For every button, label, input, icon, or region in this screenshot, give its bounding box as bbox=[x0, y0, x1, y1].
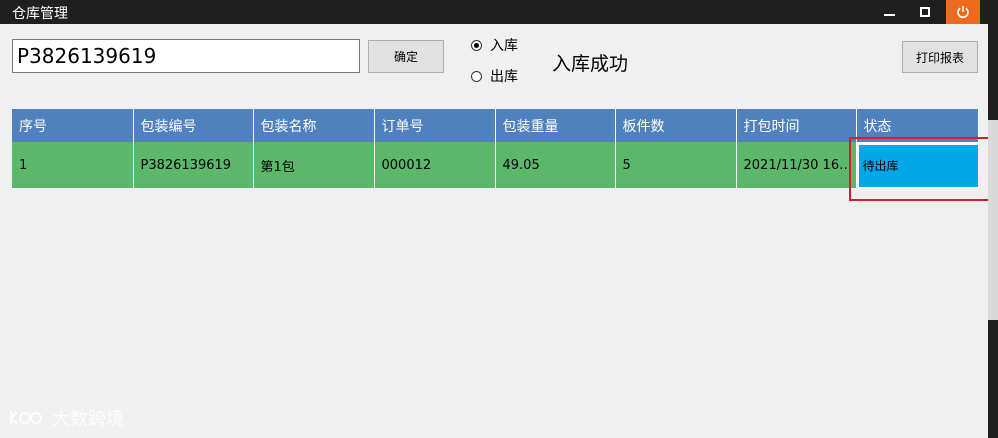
radio-outbound-label: 出库 bbox=[490, 69, 518, 85]
radio-inbound-label: 入库 bbox=[490, 38, 518, 54]
column-header[interactable]: 序号 bbox=[12, 109, 134, 142]
column-header[interactable]: 包装名称 bbox=[253, 109, 375, 142]
radio-outbound[interactable]: 出库 bbox=[471, 66, 518, 86]
watermark-text: 大数跨境 bbox=[52, 409, 124, 430]
cell-pack-time[interactable]: 2021/11/30 16:... bbox=[736, 142, 857, 188]
cell-package-code[interactable]: P3826139619 bbox=[133, 142, 254, 188]
window-title: 仓库管理 bbox=[12, 6, 68, 22]
cell-order-number[interactable]: 000012 bbox=[374, 142, 496, 188]
column-header[interactable]: 打包时间 bbox=[736, 109, 857, 142]
print-report-button[interactable]: 打印报表 bbox=[902, 41, 978, 73]
close-button[interactable] bbox=[946, 0, 980, 24]
radio-unchecked-icon bbox=[471, 70, 482, 82]
maximize-icon bbox=[920, 7, 930, 17]
cell-index[interactable]: 1 bbox=[12, 142, 134, 188]
column-header[interactable]: 订单号 bbox=[374, 109, 496, 142]
watermark: 大数跨境 bbox=[8, 405, 124, 431]
column-header[interactable]: 包装重量 bbox=[495, 109, 616, 142]
cell-package-weight[interactable]: 49.05 bbox=[495, 142, 616, 188]
column-header[interactable]: 包装编号 bbox=[133, 109, 254, 142]
power-icon bbox=[957, 6, 969, 19]
minimize-button[interactable] bbox=[872, 0, 906, 24]
minimize-icon bbox=[883, 14, 895, 16]
barcode-input[interactable] bbox=[12, 39, 360, 73]
logo-icon bbox=[10, 411, 42, 425]
radio-inbound[interactable]: 入库 bbox=[471, 35, 518, 55]
radio-checked-icon bbox=[471, 39, 482, 51]
background-window-sliver bbox=[988, 120, 998, 320]
maximize-button[interactable] bbox=[908, 0, 942, 24]
cell-board-count[interactable]: 5 bbox=[615, 142, 737, 188]
status-message: 入库成功 bbox=[552, 53, 629, 75]
app-window: 仓库管理 确定 入库 出库 入库成功 打印报表 bbox=[0, 0, 991, 438]
title-bar: 仓库管理 bbox=[0, 0, 988, 24]
background-edge bbox=[988, 0, 998, 438]
column-header[interactable]: 板件数 bbox=[615, 109, 737, 142]
table-row[interactable]: 1 P3826139619 第1包 000012 49.05 5 2021/11… bbox=[12, 142, 978, 188]
grid-header-row: 序号 包装编号 包装名称 订单号 包装重量 板件数 打包时间 状态 bbox=[12, 109, 979, 142]
highlight-annotation bbox=[849, 137, 991, 201]
confirm-button[interactable]: 确定 bbox=[368, 40, 444, 73]
data-grid: 序号 包装编号 包装名称 订单号 包装重量 板件数 打包时间 状态 1 P382… bbox=[12, 109, 979, 188]
cell-package-name[interactable]: 第1包 bbox=[253, 142, 375, 188]
